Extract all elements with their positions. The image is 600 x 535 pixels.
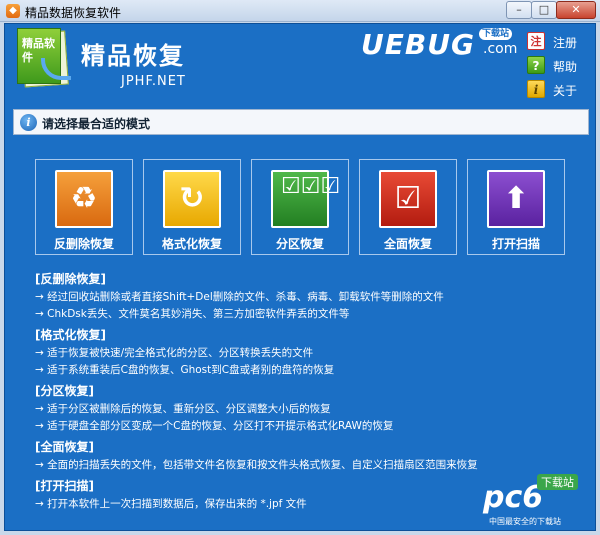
register-icon: 注	[527, 32, 545, 50]
desc-line: → 适于硬盘全部分区变成一个C盘的恢复、分区打不开提示格式化RAW的恢复	[35, 420, 394, 432]
minimize-button[interactable]: –	[506, 1, 532, 19]
watermark-pc6-logo: pc6	[483, 480, 544, 515]
mode-label: 分区恢复	[275, 237, 324, 251]
desc-line: → 适于系统重装后C盘的恢复、Ghost到C盘或者别的盘符的恢复	[35, 364, 335, 376]
desc-full-heading: [全面恢复]	[35, 440, 94, 454]
maximize-button[interactable]: □	[531, 1, 557, 19]
watermark-download-tag: 下载站	[537, 474, 578, 490]
info-icon: i	[20, 114, 37, 131]
help-icon: ?	[527, 56, 545, 74]
checklist-icon: ☑☑☑	[271, 170, 340, 228]
mode-partition-button[interactable]: ☑☑☑ 分区恢复	[251, 159, 349, 255]
register-label: 注册	[553, 36, 578, 50]
about-label: 关于	[553, 84, 578, 98]
checkmark-icon: ☑	[379, 170, 437, 228]
mode-full-button[interactable]: ☑ 全面恢复	[359, 159, 457, 255]
desc-partition-heading: [分区恢复]	[35, 384, 94, 398]
desc-line: → ChkDsk丢失、文件莫名其妙消失、第三方加密软件弄丢的文件等	[35, 308, 350, 320]
desc-format-heading: [格式化恢复]	[35, 328, 106, 342]
mode-undelete-button[interactable]: ♻ 反删除恢复	[35, 159, 133, 255]
register-link[interactable]: 注 注册	[527, 32, 595, 52]
app-icon: ◆	[6, 4, 20, 18]
about-link[interactable]: i 关于	[527, 80, 595, 100]
arrow-up-icon: ⬆	[487, 170, 545, 228]
desc-line: → 经过回收站删除或者直接Shift+Del删除的文件、杀毒、病毒、卸载软件等删…	[35, 291, 444, 303]
mode-format-button[interactable]: ↻ 格式化恢复	[143, 159, 241, 255]
desc-line: → 打开本软件上一次扫描到数据后，保存出来的 *.jpf 文件	[35, 498, 307, 510]
desc-line: → 适于恢复被快速/完全格式化的分区、分区转换丢失的文件	[35, 347, 314, 359]
hint-text: 请选择最合适的模式	[42, 117, 151, 131]
hint-bar: i 请选择最合适的模式	[13, 109, 589, 135]
recycle-icon: ♻	[55, 170, 113, 228]
pc6-watermark: pc6 下载站 中国最安全的下载站	[483, 472, 593, 530]
desc-undelete-heading: [反删除恢复]	[35, 272, 106, 286]
desc-line: → 全面的扫描丢失的文件，包括带文件名恢复和按文件头格式恢复、自定义扫描扇区范围…	[35, 459, 478, 471]
mode-open-scan-button[interactable]: ⬆ 打开扫描	[467, 159, 565, 255]
watermark-com: .com	[483, 41, 518, 57]
close-button[interactable]: ✕	[556, 1, 596, 19]
watermark-slogan: 中国最安全的下载站	[489, 517, 561, 526]
title-bar: ◆ 精品数据恢复软件 – □ ✕	[0, 0, 600, 22]
mode-label: 全面恢复	[383, 237, 432, 251]
about-icon: i	[527, 80, 545, 98]
mode-label: 打开扫描	[491, 237, 540, 251]
undo-icon: ↻	[163, 170, 221, 228]
watermark-tag: 下载站	[479, 28, 513, 40]
desc-line: → 适于分区被删除后的恢复、重新分区、分区调整大小后的恢复	[35, 403, 331, 415]
app-name: 精品恢复	[81, 42, 185, 70]
logo: 精品软件	[17, 28, 73, 90]
watermark-brand: UEBUG	[361, 28, 475, 61]
help-link[interactable]: ? 帮助	[527, 56, 595, 76]
app-url: JPHF.NET	[121, 74, 186, 89]
help-label: 帮助	[553, 60, 578, 74]
mode-label: 反删除恢复	[53, 237, 114, 251]
window-title: 精品数据恢复软件	[25, 6, 122, 20]
uebug-watermark: UEBUG 下载站 .com	[361, 28, 521, 62]
desc-open-scan-heading: [打开扫描]	[35, 479, 94, 493]
main-panel: 精品软件 精品恢复 JPHF.NET UEBUG 下载站 .com 注 注册 ?…	[4, 23, 596, 531]
mode-label: 格式化恢复	[161, 237, 222, 251]
